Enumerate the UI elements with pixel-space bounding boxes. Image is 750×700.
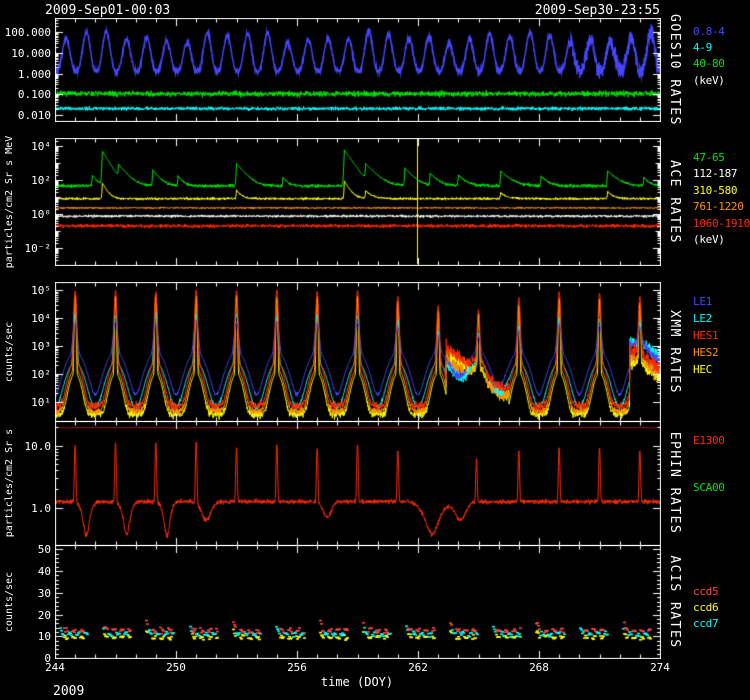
y-tick-label: 10⁵ [0,284,51,297]
acis-rates-canvas [55,545,661,659]
x-tick-label: 274 [642,661,678,674]
y-tick-label: 1.000 [0,68,51,81]
y-tick-label: 10⁴ [0,312,51,325]
legend-label-e1300: E1300 [693,434,725,447]
y-tick-label: 10¹ [0,396,51,409]
xmm-panel-title: XMM RATES [667,310,682,394]
y-tick-label: 10.0 [0,440,51,453]
legend-label-40-80: 40-80 [693,57,725,70]
y-tick-label: 30 [0,587,51,600]
ace-rates-canvas [55,138,661,266]
y-tick-label: 1.0 [0,502,51,515]
y-tick-label: 10⁴ [0,140,51,153]
legend-label-le1: LE1 [693,295,712,308]
y-tick-label: 10² [0,368,51,381]
y-tick-label: 10⁰ [0,208,51,221]
legend-label-761-1220: 761-1220 [693,200,744,213]
y-tick-label: 10² [0,174,51,187]
ace-panel-title: ACE RATES [667,160,682,244]
legend-label-4-9: 4-9 [693,41,712,54]
y-tick-label: 10 [0,630,51,643]
x-tick-label: 244 [37,661,73,674]
y-tick-label: 40 [0,565,51,578]
x-tick-label: 262 [400,661,436,674]
start-timestamp: 2009-Sep01-00:03 [45,3,170,18]
acis-y-axis-label: counts/sec [4,571,15,631]
x-tick-label: 268 [521,661,557,674]
goes10-panel-title: GOES10 RATES [667,14,682,126]
y-tick-label: 50 [0,543,51,556]
legend-label-kev: (keV) [693,74,725,87]
y-tick-label: 10⁻² [0,242,51,255]
y-tick-label: 10.000 [0,47,51,60]
legend-label-sca00: SCA00 [693,481,725,494]
legend-label-310-580: 310-580 [693,184,737,197]
legend-label-kev: (keV) [693,233,725,246]
legend-label-ccd6: ccd6 [693,601,718,614]
legend-label-1060-1910: 1060-1910 [693,217,750,230]
year-label: 2009 [53,684,84,699]
goes10-rates-canvas [55,18,661,122]
ephin-panel-title: EPHIN RATES [667,432,682,535]
legend-label-112-187: 112-187 [693,167,737,180]
y-tick-label: 0.100 [0,88,51,101]
x-tick-label: 256 [279,661,315,674]
legend-label-ccd5: ccd5 [693,585,718,598]
acis-panel-title: ACIS RATES [667,555,682,648]
y-tick-label: 10³ [0,340,51,353]
legend-label-le2: LE2 [693,312,712,325]
y-tick-label: 0.010 [0,109,51,122]
end-timestamp: 2009-Sep30-23:55 [535,3,660,18]
legend-label-ccd7: ccd7 [693,617,718,630]
radiation-environment-plot: 2009-Sep01-00:03 2009-Sep30-23:55 GOES10… [0,0,750,700]
x-tick-label: 250 [158,661,194,674]
legend-label-0-8-4: 0.8-4 [693,25,725,38]
xmm-rates-canvas [55,282,661,422]
y-tick-label: 20 [0,609,51,622]
ephin-rates-canvas [55,421,661,546]
legend-label-hec: HEC [693,363,712,376]
legend-label-hes2: HES2 [693,346,718,359]
y-tick-label: 100.000 [0,26,51,39]
legend-label-47-65: 47-65 [693,151,725,164]
x-axis-label: time (DOY) [257,675,457,689]
legend-label-hes1: HES1 [693,329,718,342]
